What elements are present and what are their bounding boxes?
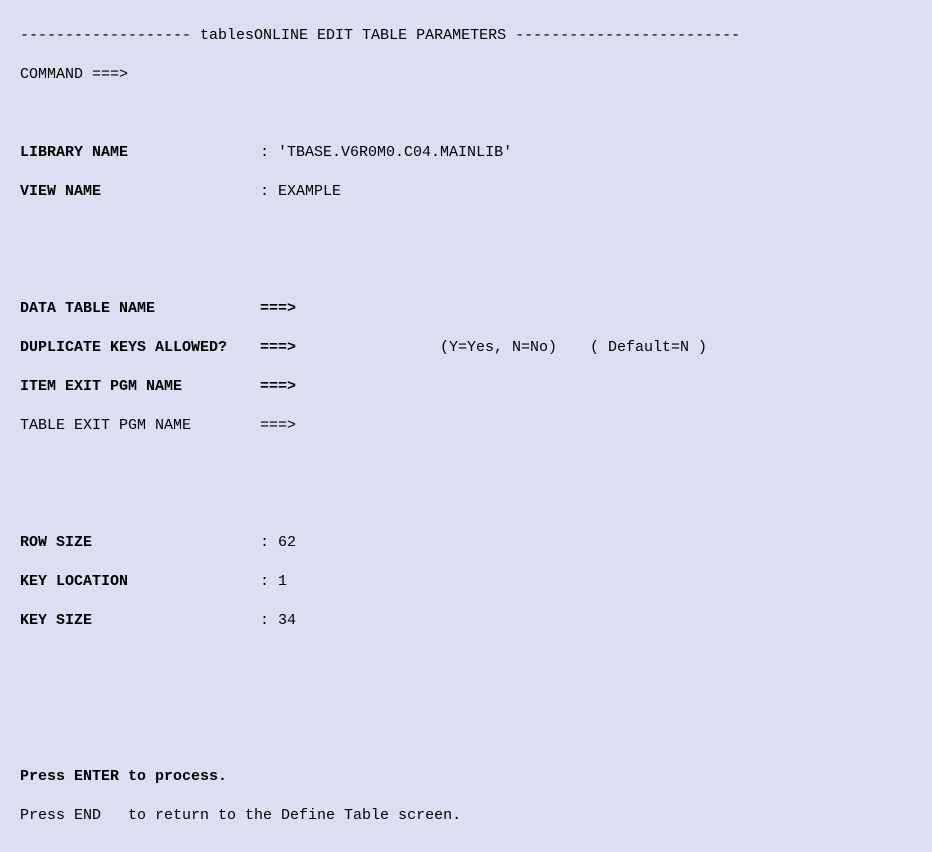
dup-keys-default: ( Default=N ) (590, 339, 707, 356)
terminal-screen: ------------------- tablesONLINE EDIT TA… (0, 0, 932, 852)
table-exit-line[interactable]: TABLE EXIT PGM NAME===> (20, 415, 912, 437)
arrow-icon: ===> (260, 417, 296, 434)
header-line: ------------------- tablesONLINE EDIT TA… (20, 25, 912, 47)
dup-keys-label: DUPLICATE KEYS ALLOWED? (20, 337, 260, 359)
data-table-line[interactable]: DATA TABLE NAME===> (20, 298, 912, 320)
view-line: VIEW NAME: EXAMPLE (20, 181, 912, 203)
row-size-value: 62 (278, 534, 296, 551)
dup-keys-line[interactable]: DUPLICATE KEYS ALLOWED?===>(Y=Yes, N=No)… (20, 337, 912, 359)
key-size-value: 34 (278, 612, 296, 629)
view-value: EXAMPLE (278, 183, 341, 200)
row-size-label: ROW SIZE (20, 532, 260, 554)
library-label: LIBRARY NAME (20, 142, 260, 164)
key-loc-value: 1 (278, 573, 287, 590)
key-loc-label: KEY LOCATION (20, 571, 260, 593)
arrow-icon: ===> (260, 378, 296, 395)
footer-enter: Press ENTER to process. (20, 766, 912, 788)
key-size-label: KEY SIZE (20, 610, 260, 632)
arrow-icon: ===> (260, 300, 296, 317)
library-line: LIBRARY NAME: 'TBASE.V6R0M0.C04.MAINLIB' (20, 142, 912, 164)
library-value: 'TBASE.V6R0M0.C04.MAINLIB' (278, 144, 512, 161)
key-size-line: KEY SIZE: 34 (20, 610, 912, 632)
footer-end: Press END to return to the Define Table … (20, 805, 912, 827)
item-exit-line[interactable]: ITEM EXIT PGM NAME===> (20, 376, 912, 398)
data-table-label: DATA TABLE NAME (20, 298, 260, 320)
table-exit-label: TABLE EXIT PGM NAME (20, 415, 260, 437)
item-exit-label: ITEM EXIT PGM NAME (20, 376, 260, 398)
arrow-icon: ===> (260, 337, 440, 359)
key-loc-line: KEY LOCATION: 1 (20, 571, 912, 593)
row-size-line: ROW SIZE: 62 (20, 532, 912, 554)
command-line[interactable]: COMMAND ===> (20, 64, 912, 86)
dup-keys-hint: (Y=Yes, N=No) (440, 337, 590, 359)
view-label: VIEW NAME (20, 181, 260, 203)
